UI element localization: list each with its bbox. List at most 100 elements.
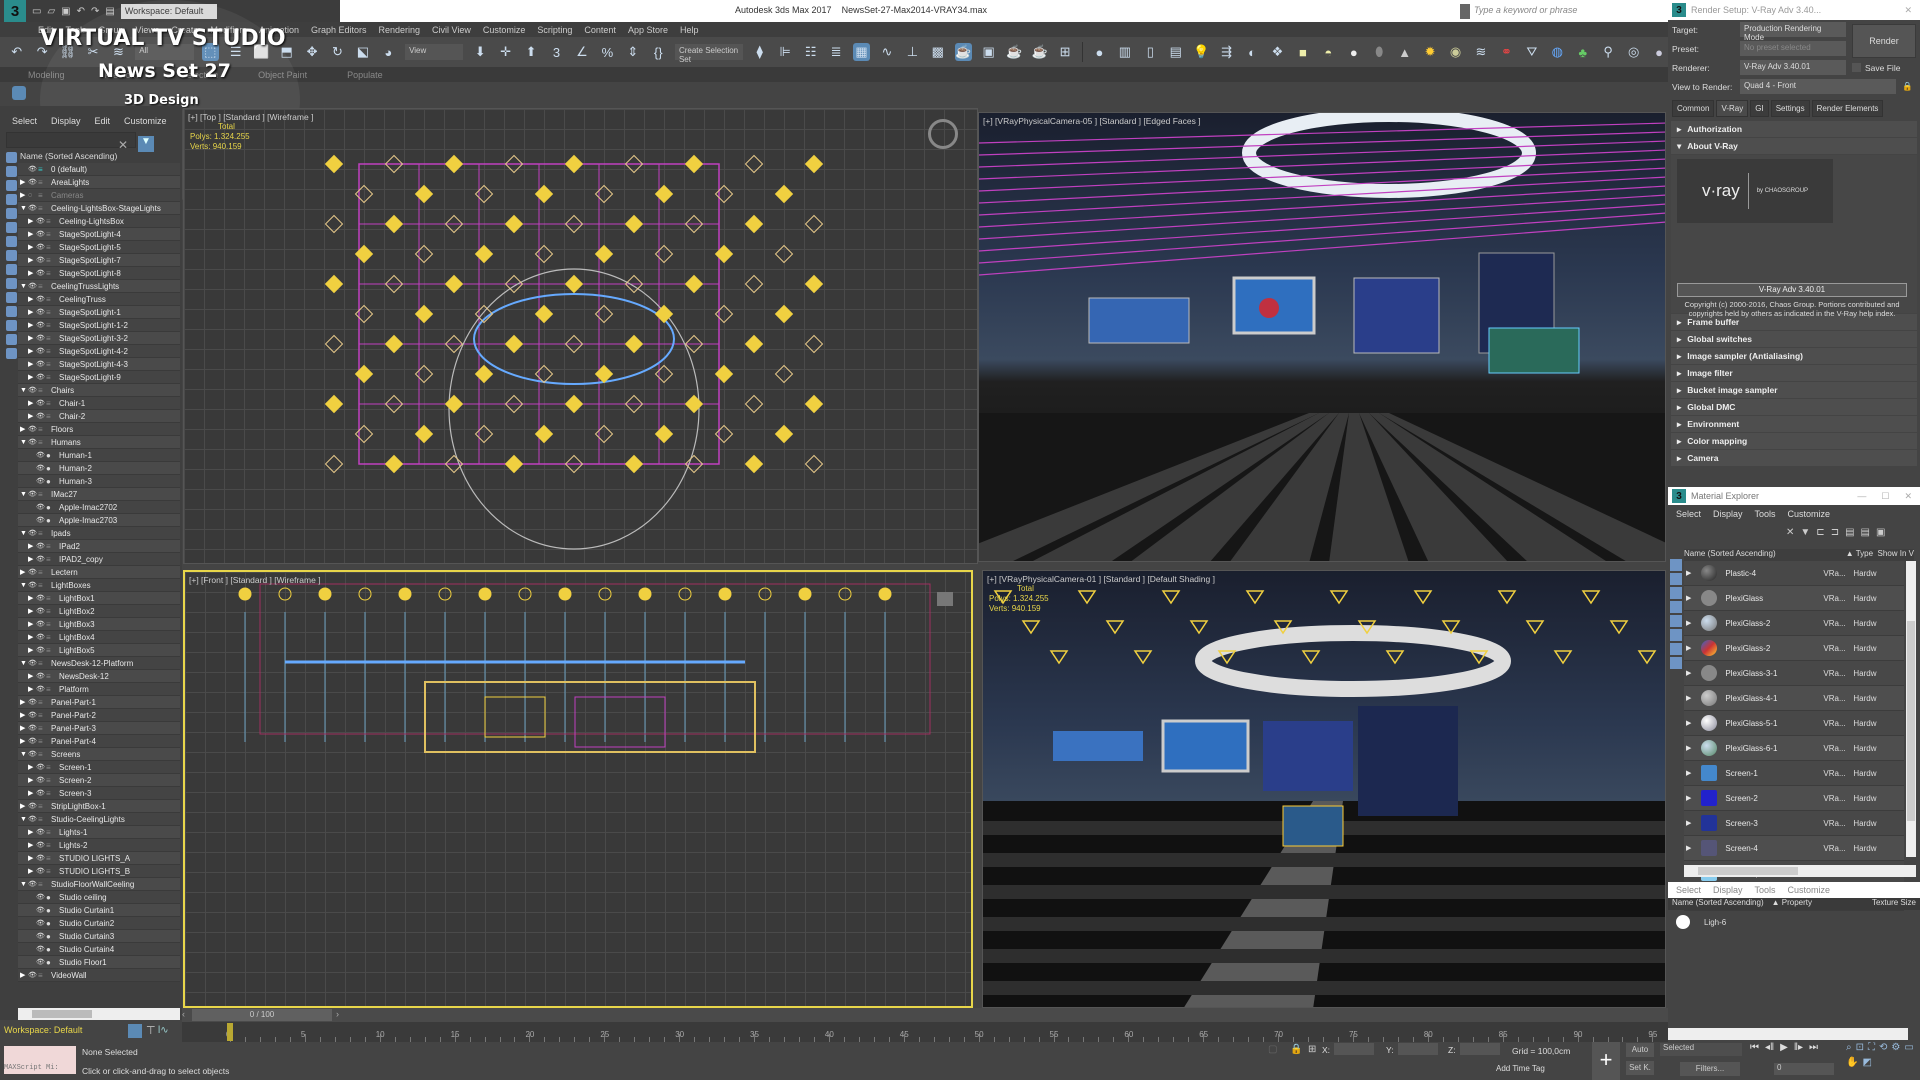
- col-name[interactable]: Name (Sorted Ascending): [1684, 549, 1776, 561]
- layer-explorer-icon[interactable]: ≣: [827, 43, 844, 61]
- mirror-icon[interactable]: ⧫: [751, 43, 768, 61]
- tree-item[interactable]: ▶ 👁 ≡ Chair-2: [18, 410, 180, 423]
- expand-arrow-icon[interactable]: ▶: [20, 566, 28, 579]
- expand-arrow-icon[interactable]: ▶: [28, 371, 36, 384]
- checker-blue-icon[interactable]: [1670, 657, 1682, 669]
- display-bones-icon[interactable]: [6, 264, 17, 275]
- tab-vray[interactable]: V-Ray: [1716, 100, 1749, 117]
- me-vscrollbar[interactable]: [1906, 561, 1916, 857]
- tree-item[interactable]: ▶ 👁 ≡ CeelingTruss: [18, 293, 180, 306]
- visibility-eye-icon[interactable]: 👁: [36, 410, 46, 423]
- expand-arrow-icon[interactable]: ▶: [28, 839, 36, 852]
- visibility-eye-icon[interactable]: 👁: [36, 553, 46, 566]
- percent-snap-icon[interactable]: %: [599, 43, 616, 61]
- vray-sun-icon[interactable]: ✹: [1421, 43, 1438, 61]
- tree-item[interactable]: ▶ 👁 ≡ StageSpotLight-4-3: [18, 358, 180, 371]
- visibility-eye-icon[interactable]: 👁: [36, 787, 46, 800]
- workspace-label[interactable]: Workspace: Default: [4, 1025, 82, 1035]
- curve-editor-icon[interactable]: ∿: [878, 43, 895, 61]
- toggle-ribbon-icon[interactable]: ▦: [852, 43, 871, 61]
- tab-settings[interactable]: Settings: [1770, 100, 1810, 117]
- scroll-thumb[interactable]: [1907, 621, 1915, 821]
- visibility-eye-icon[interactable]: 👁: [28, 969, 38, 982]
- tree-item[interactable]: ▶ 👁 ≡ StageSpotLight-7: [18, 254, 180, 267]
- tree-item[interactable]: ▶ 👁 ≡ StageSpotLight-1-2: [18, 319, 180, 332]
- expand-arrow-icon[interactable]: ▶: [20, 696, 28, 709]
- visibility-eye-icon[interactable]: 👁: [28, 748, 38, 761]
- save-icon[interactable]: ▣: [61, 6, 70, 17]
- tree-item[interactable]: ▼ 👁 ≡ Humans: [18, 436, 180, 449]
- curve-editor-mini-icon[interactable]: Ɩ∿: [158, 1025, 169, 1036]
- menu-help[interactable]: Help: [680, 25, 699, 35]
- vray-plant-icon[interactable]: ♣: [1574, 43, 1591, 61]
- visibility-eye-icon[interactable]: 👁: [28, 813, 38, 826]
- go-to-start-icon[interactable]: ⏮: [1750, 1042, 1759, 1053]
- auto-key-button[interactable]: Auto: [1626, 1043, 1654, 1057]
- explorer-menu-customize[interactable]: Customize: [124, 116, 167, 126]
- tree-item[interactable]: ▶ 👁 ≡ AreaLights: [18, 176, 180, 189]
- me-menu-display[interactable]: Display: [1713, 509, 1743, 523]
- target-select[interactable]: Production Rendering Mode: [1740, 22, 1846, 42]
- tree-item[interactable]: ▶ 👁 ≡ StageSpotLight-8: [18, 267, 180, 280]
- material-row[interactable]: ▶ PlexiGlass-2 VRa... Hardw: [1684, 611, 1904, 636]
- move-icon[interactable]: ✥: [303, 43, 320, 61]
- tree-item[interactable]: ▶ 👁 ≡ Panel-Part-4: [18, 735, 180, 748]
- visibility-eye-icon[interactable]: 👁: [36, 540, 46, 553]
- visibility-eye-icon[interactable]: 👁: [28, 436, 38, 449]
- edit-named-sets-icon[interactable]: {}: [650, 43, 667, 61]
- visibility-eye-icon[interactable]: 👁: [36, 917, 46, 930]
- lock-icon[interactable]: 🔒: [1902, 81, 1913, 92]
- open-file-icon[interactable]: ▱: [47, 6, 55, 17]
- tree-item[interactable]: ▶ 👁 ≡ Lights-2: [18, 839, 180, 852]
- reference-coord-select[interactable]: View: [405, 44, 464, 60]
- vray-proxy-icon[interactable]: ⚭: [1498, 43, 1515, 61]
- viewport-camera-01[interactable]: [+] [VRayPhysicalCamera-01 ] [Standard ]…: [982, 570, 1666, 1008]
- tree-item[interactable]: ▼ 👁 ≡ Ceeling-LightsBox-StageLights: [18, 202, 180, 215]
- material-row[interactable]: ▶ PlexiGlass-5-1 VRa... Hardw: [1684, 711, 1904, 736]
- expand-arrow-icon[interactable]: ▶: [28, 631, 36, 644]
- tree-item[interactable]: ▶ 👁 ≡ LightBox3: [18, 618, 180, 631]
- visibility-eye-icon[interactable]: 👁: [28, 384, 38, 397]
- rollout-item[interactable]: ▸ Image filter: [1671, 365, 1917, 381]
- rollout-item[interactable]: ▸ Global switches: [1671, 331, 1917, 347]
- tree-item[interactable]: 👁 ● Human-1: [18, 449, 180, 462]
- visibility-eye-icon[interactable]: 👁: [28, 488, 38, 501]
- display-hidden-icon[interactable]: [6, 306, 17, 317]
- tree-item[interactable]: ▶ 👁 ≡ Screen-2: [18, 774, 180, 787]
- tree-item[interactable]: ▼ 👁 ≡ Screens: [18, 748, 180, 761]
- display-all-icon[interactable]: [6, 320, 17, 331]
- expand-arrow-icon[interactable]: ▶: [28, 410, 36, 423]
- tree-item[interactable]: ▶ 👁 ≡ Lectern: [18, 566, 180, 579]
- list-view-icon[interactable]: [1670, 559, 1682, 571]
- cube-icon[interactable]: [1670, 643, 1682, 655]
- tree-item[interactable]: ▶ 👁 ≡ LightBox5: [18, 644, 180, 657]
- vray-object-icon[interactable]: ◎: [1625, 43, 1642, 61]
- expand-arrow-icon[interactable]: ▶: [28, 618, 36, 631]
- rotate-icon[interactable]: ↻: [329, 43, 346, 61]
- expand-arrow-icon[interactable]: ▶: [28, 865, 36, 878]
- visibility-eye-icon[interactable]: 👁: [36, 761, 46, 774]
- tree-item[interactable]: ▼ 👁 ≡ LightBoxes: [18, 579, 180, 592]
- maximize-viewport-icon[interactable]: ◩: [1862, 1057, 1871, 1068]
- viewport-label[interactable]: [+] [Top ] [Standard ] [Wireframe ]: [188, 112, 313, 122]
- zoom-all-icon[interactable]: ⊡: [1856, 1042, 1864, 1053]
- visibility-eye-icon[interactable]: 👁: [36, 371, 46, 384]
- visibility-eye-icon[interactable]: 👁: [36, 293, 46, 306]
- viewcube-icon[interactable]: [928, 119, 958, 149]
- new-file-icon[interactable]: ▭: [32, 6, 41, 17]
- expand-arrow-icon[interactable]: ▶: [1686, 719, 1691, 727]
- next-frame-icon[interactable]: ›: [336, 1009, 339, 1019]
- selection-set-select[interactable]: Create Selection Set: [674, 44, 744, 64]
- set-key-icon[interactable]: +: [1592, 1042, 1620, 1080]
- tree-item[interactable]: ▶ 👁 ≡ IPad2: [18, 540, 180, 553]
- menu-content[interactable]: Content: [584, 25, 616, 35]
- visibility-eye-icon[interactable]: 👁: [36, 267, 46, 280]
- track-bar[interactable]: Ɩ∿ 0510152025303540455055606570758085909…: [158, 1022, 1668, 1042]
- me2-menu-customize[interactable]: Customize: [1788, 885, 1831, 895]
- undo-icon[interactable]: ↶: [77, 6, 85, 17]
- next-key-icon[interactable]: ‖▸: [1794, 1042, 1803, 1053]
- visibility-eye-icon[interactable]: 👁: [28, 566, 38, 579]
- checker-large-icon[interactable]: [1670, 587, 1682, 599]
- select-manipulate-icon[interactable]: ✛: [497, 43, 514, 61]
- visibility-eye-icon[interactable]: 👁: [36, 774, 46, 787]
